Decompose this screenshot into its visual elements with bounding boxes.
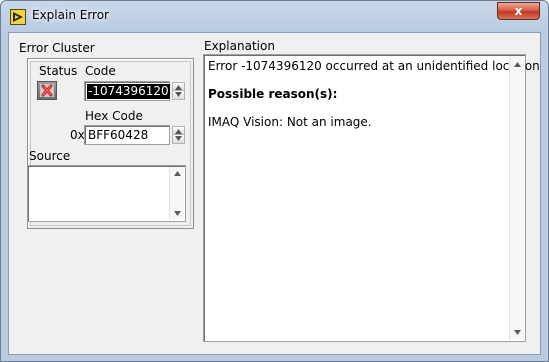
code-decrement[interactable] bbox=[173, 91, 184, 99]
red-x-icon bbox=[41, 84, 53, 97]
status-label: Status bbox=[39, 64, 78, 78]
scroll-up-icon[interactable] bbox=[174, 171, 181, 176]
hex-code-increment[interactable] bbox=[173, 127, 184, 135]
source-label: Source bbox=[29, 149, 71, 163]
hex-code-decrement[interactable] bbox=[173, 135, 184, 143]
code-value: -1074396120 bbox=[87, 84, 170, 99]
hex-code-value: BFF60428 bbox=[88, 128, 149, 142]
error-cluster-label: Error Cluster bbox=[19, 41, 95, 55]
chevron-up-icon bbox=[175, 129, 182, 134]
chevron-down-icon bbox=[175, 136, 182, 141]
hex-code-stepper[interactable] bbox=[172, 126, 185, 144]
scroll-down-icon[interactable] bbox=[514, 330, 521, 335]
code-stepper[interactable] bbox=[172, 82, 185, 100]
explanation-field[interactable]: Error -1074396120 occurred at an unident… bbox=[203, 54, 540, 342]
chevron-down-icon bbox=[175, 92, 182, 97]
hex-code-field[interactable]: BFF60428 bbox=[84, 125, 170, 145]
code-field[interactable]: -1074396120 bbox=[84, 81, 170, 101]
scroll-down-icon[interactable] bbox=[174, 211, 181, 216]
status-indicator bbox=[37, 81, 57, 100]
possible-reasons-heading: Possible reason(s): bbox=[208, 87, 338, 101]
source-scrollbar[interactable] bbox=[169, 167, 184, 220]
code-label: Code bbox=[85, 64, 116, 78]
chevron-up-icon bbox=[175, 85, 182, 90]
explanation-scrollbar[interactable] bbox=[509, 56, 524, 340]
hex-code-label: Hex Code bbox=[85, 109, 143, 123]
close-icon: x bbox=[514, 4, 523, 18]
labview-app-icon bbox=[10, 9, 26, 25]
explanation-error-line: Error -1074396120 occurred at an unident… bbox=[208, 59, 540, 73]
hex-prefix: 0x bbox=[70, 128, 85, 142]
scroll-up-icon[interactable] bbox=[514, 62, 521, 67]
possible-reason-text: IMAQ Vision: Not an image. bbox=[208, 115, 372, 129]
code-increment[interactable] bbox=[173, 83, 184, 91]
explanation-label: Explanation bbox=[204, 39, 275, 53]
window-title: Explain Error bbox=[32, 8, 109, 22]
title-bar[interactable]: Explain Error x bbox=[1, 1, 548, 32]
explain-error-window: Explain Error x Error Cluster Status Cod… bbox=[0, 0, 549, 362]
dialog-body: Error Cluster Status Code -1074396120 He… bbox=[8, 32, 541, 355]
close-button[interactable]: x bbox=[497, 2, 540, 20]
source-field[interactable] bbox=[27, 165, 186, 222]
